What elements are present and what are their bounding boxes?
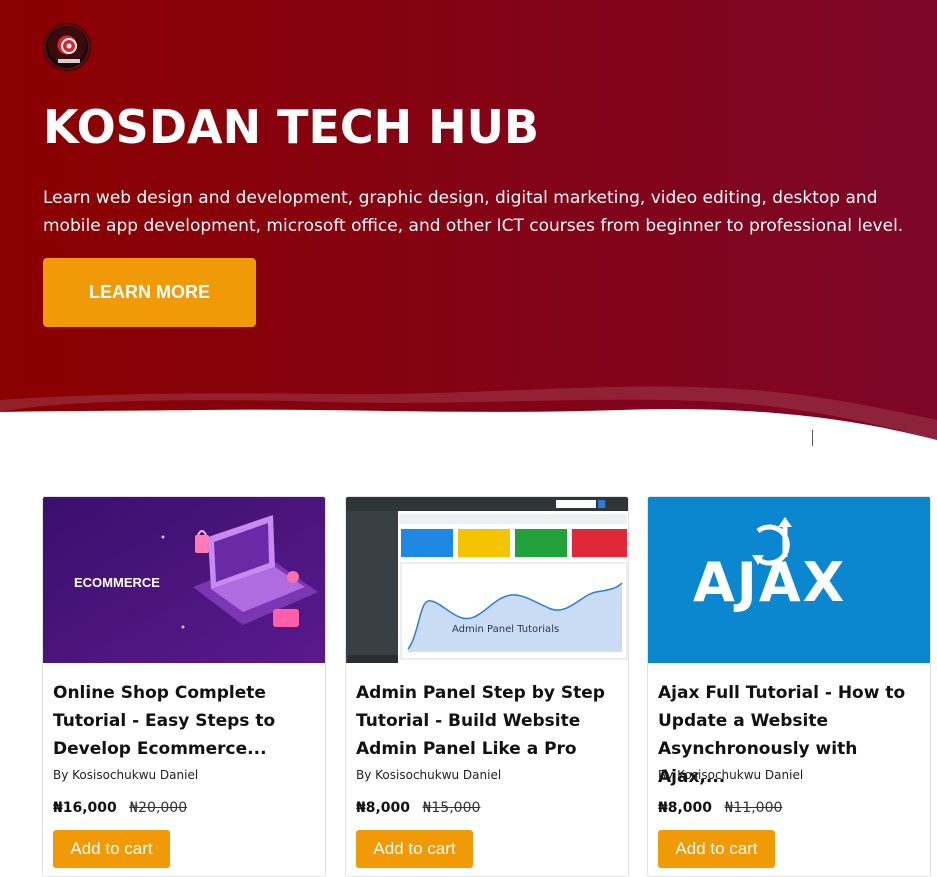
original-price: ₦15,000 [422,800,481,816]
thumbnail-caption: ECOMMERCE [74,575,160,590]
brand-logo[interactable] [44,24,90,70]
price-row: ₦8,000 ₦15,000 [356,800,480,816]
add-to-cart-button[interactable]: Add to cart [53,830,170,868]
current-price: ₦8,000 [356,800,411,816]
hero-description: Learn web design and development, graphi… [43,188,904,236]
hero-title: KOSDAN TECH HUB [43,100,540,154]
product-author: By Kosisochukwu Daniel [658,768,804,782]
product-title[interactable]: Admin Panel Step by Step Tutorial - Buil… [356,679,621,763]
price-row: ₦16,000 ₦20,000 [53,800,187,816]
add-to-cart-button[interactable]: Add to cart [658,830,775,868]
price-row: ₦8,000 ₦11,000 [658,800,782,816]
admin-panel-screenshot [346,497,628,663]
product-thumbnail[interactable]: Admin Panel Tutorials [346,497,628,663]
hero-section: KOSDAN TECH HUB Learn web design and dev… [0,0,937,450]
product-card[interactable]: Admin Panel Tutorials Admin Panel Step b… [345,496,629,877]
product-thumbnail[interactable]: ECOMMERCE [43,497,325,663]
product-thumbnail[interactable]: AJAX [648,497,930,663]
product-author: By Kosisochukwu Daniel [356,768,502,782]
product-author: By Kosisochukwu Daniel [53,768,199,782]
current-price: ₦8,000 [658,800,713,816]
thumbnail-caption: Admin Panel Tutorials [452,624,560,635]
product-title[interactable]: Online Shop Complete Tutorial - Easy Ste… [53,679,318,763]
ajax-wordmark: AJAX [693,551,847,614]
learn-more-button[interactable]: LEARN MORE [43,258,256,327]
logo-emblem-icon [58,38,80,63]
original-price: ₦20,000 [129,800,188,816]
current-price: ₦16,000 [53,800,117,816]
product-grid: ECOMMERCE Online Shop Complete Tutorial … [0,496,937,877]
product-card[interactable]: AJAX Ajax Full Tutorial - How to Update … [647,496,931,877]
product-card[interactable]: ECOMMERCE Online Shop Complete Tutorial … [42,496,326,877]
original-price: ₦11,000 [724,800,783,816]
divider-mark [812,430,813,446]
add-to-cart-button[interactable]: Add to cart [356,830,473,868]
